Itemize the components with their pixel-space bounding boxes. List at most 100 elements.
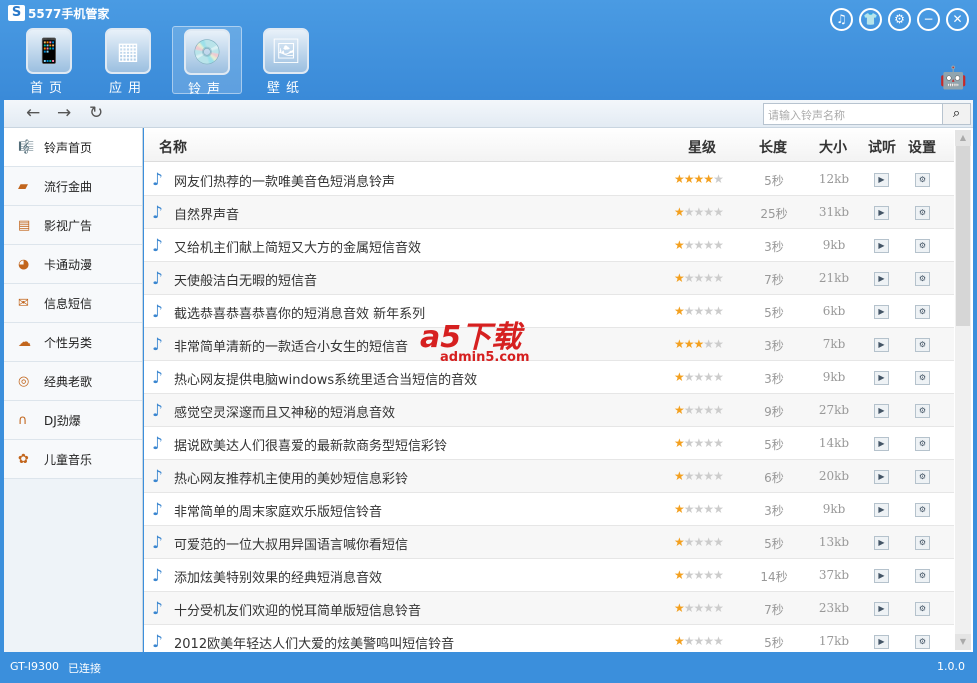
set-ringtone-button[interactable]: ⚙ xyxy=(915,206,930,220)
play-button[interactable]: ▶ xyxy=(874,404,889,418)
scroll-up-icon[interactable]: ▲ xyxy=(955,130,971,146)
set-ringtone-button[interactable]: ⚙ xyxy=(915,272,930,286)
set-ringtone-button[interactable]: ⚙ xyxy=(915,239,930,253)
play-button[interactable]: ▶ xyxy=(874,635,889,649)
sidebar-item[interactable]: 🎼 铃声首页 xyxy=(4,128,142,167)
ringtone-name[interactable]: 网友们热荐的一款唯美音色短消息铃声 xyxy=(174,171,395,190)
settings-icon[interactable]: ⚙ xyxy=(888,8,911,31)
table-row[interactable]: ♪ 热心网友提供电脑windows系统里适合当短信的音效 ★★★★★ 3秒 9kb ▶ ⚙ xyxy=(144,361,954,394)
table-row[interactable]: ♪ 又给机主们献上简短又大方的金属短信音效 ★★★★★ 3秒 9kb ▶ ⚙ xyxy=(144,229,954,262)
back-button[interactable]: ← xyxy=(26,103,40,123)
set-ringtone-button[interactable]: ⚙ xyxy=(915,404,930,418)
table-row[interactable]: ♪ 非常简单清新的一款适合小女生的短信音 ★★★★★ 3秒 7kb ▶ ⚙ xyxy=(144,328,954,361)
sidebar-item[interactable]: ◎ 经典老歌 xyxy=(4,362,142,401)
ringtone-name[interactable]: 可爱范的一位大叔用异国语言喊你看短信 xyxy=(174,534,408,553)
search-icon[interactable]: ⌕ xyxy=(942,104,970,124)
ringtone-name[interactable]: 据说欧美达人们很喜爱的最新款商务型短信彩铃 xyxy=(174,435,447,454)
ringtone-name[interactable]: 又给机主们献上简短又大方的金属短信音效 xyxy=(174,237,421,256)
table-row[interactable]: ♪ 自然界声音 ★★★★★ 25秒 31kb ▶ ⚙ xyxy=(144,196,954,229)
table-row[interactable]: ♪ 网友们热荐的一款唯美音色短消息铃声 ★★★★★ 5秒 12kb ▶ ⚙ xyxy=(144,163,954,196)
nav-phone[interactable]: 📱 首页 xyxy=(14,26,84,96)
ringtone-length: 7秒 xyxy=(764,273,784,287)
connection-status: 已连接 xyxy=(68,662,101,675)
scroll-down-icon[interactable]: ▼ xyxy=(955,634,971,650)
sidebar-item[interactable]: ▰ 流行金曲 xyxy=(4,167,142,206)
table-row[interactable]: ♪ 感觉空灵深邃而且又神秘的短消息音效 ★★★★★ 9秒 27kb ▶ ⚙ xyxy=(144,394,954,427)
play-button[interactable]: ▶ xyxy=(874,602,889,616)
table-row[interactable]: ♪ 据说欧美达人们很喜爱的最新款商务型短信彩铃 ★★★★★ 5秒 14kb ▶ ⚙ xyxy=(144,427,954,460)
table-row[interactable]: ♪ 可爱范的一位大叔用异国语言喊你看短信 ★★★★★ 5秒 13kb ▶ ⚙ xyxy=(144,526,954,559)
scrollbar[interactable]: ▲ ▼ xyxy=(955,130,971,650)
star-icon: ★ xyxy=(683,304,695,318)
category-icon: ◕ xyxy=(18,256,30,272)
play-button[interactable]: ▶ xyxy=(874,503,889,517)
ringtone-length: 3秒 xyxy=(764,339,784,353)
ringtone-name[interactable]: 添加炫美特别效果的经典短消息音效 xyxy=(174,567,382,586)
set-ringtone-button[interactable]: ⚙ xyxy=(915,569,930,583)
minimize-icon[interactable]: − xyxy=(917,8,940,31)
set-ringtone-button[interactable]: ⚙ xyxy=(915,338,930,352)
set-ringtone-button[interactable]: ⚙ xyxy=(915,437,930,451)
sidebar-item[interactable]: ✉ 信息短信 xyxy=(4,284,142,323)
music-note-icon: ♪ xyxy=(152,335,163,355)
table-row[interactable]: ♪ 天使般洁白无暇的短信音 ★★★★★ 7秒 21kb ▶ ⚙ xyxy=(144,262,954,295)
scroll-thumb[interactable] xyxy=(956,146,970,326)
sidebar-item[interactable]: ☁ 个性另类 xyxy=(4,323,142,362)
sidebar-item[interactable]: ◕ 卡通动漫 xyxy=(4,245,142,284)
table-row[interactable]: ♪ 十分受机友们欢迎的悦耳简单版短信息铃音 ★★★★★ 7秒 23kb ▶ ⚙ xyxy=(144,592,954,625)
play-button[interactable]: ▶ xyxy=(874,239,889,253)
sidebar-item[interactable]: ✿ 儿童音乐 xyxy=(4,440,142,479)
play-button[interactable]: ▶ xyxy=(874,371,889,385)
skin-icon[interactable]: 👕 xyxy=(859,8,882,31)
table-row[interactable]: ♪ 添加炫美特别效果的经典短消息音效 ★★★★★ 14秒 37kb ▶ ⚙ xyxy=(144,559,954,592)
star-icon: ★ xyxy=(693,370,705,384)
table-row[interactable]: ♪ 截选恭喜恭喜恭喜你的短消息音效 新年系列 ★★★★★ 5秒 6kb ▶ ⚙ xyxy=(144,295,954,328)
ringtone-name[interactable]: 天使般洁白无暇的短信音 xyxy=(174,270,317,289)
play-button[interactable]: ▶ xyxy=(874,305,889,319)
nav-apps[interactable]: ▦ 应用 xyxy=(93,26,163,96)
set-ringtone-button[interactable]: ⚙ xyxy=(915,371,930,385)
play-button[interactable]: ▶ xyxy=(874,569,889,583)
col-name[interactable]: 名称 xyxy=(159,137,187,157)
col-length[interactable]: 长度 xyxy=(759,137,787,157)
ringtone-name[interactable]: 热心网友推荐机主使用的美妙短信息彩铃 xyxy=(174,468,408,487)
ringtone-name[interactable]: 2012欧美年轻达人们大爱的炫美警鸣叫短信铃音 xyxy=(174,633,454,652)
nav-wallpaper[interactable]: 🖼 壁纸 xyxy=(251,26,321,96)
ringtone-name[interactable]: 截选恭喜恭喜恭喜你的短消息音效 新年系列 xyxy=(174,303,425,322)
set-ringtone-button[interactable]: ⚙ xyxy=(915,536,930,550)
star-rating: ★★★★★ xyxy=(674,271,724,285)
ringtone-name[interactable]: 非常简单清新的一款适合小女生的短信音 xyxy=(174,336,408,355)
ringtone-name[interactable]: 感觉空灵深邃而且又神秘的短消息音效 xyxy=(174,402,395,421)
forward-button[interactable]: → xyxy=(57,103,71,123)
play-button[interactable]: ▶ xyxy=(874,437,889,451)
set-ringtone-button[interactable]: ⚙ xyxy=(915,305,930,319)
play-button[interactable]: ▶ xyxy=(874,206,889,220)
sidebar-item[interactable]: ∩ DJ劲爆 xyxy=(4,401,142,440)
play-button[interactable]: ▶ xyxy=(874,173,889,187)
nav-cd[interactable]: 💿 铃声 xyxy=(172,26,242,97)
col-rating[interactable]: 星级 xyxy=(688,137,716,157)
set-ringtone-button[interactable]: ⚙ xyxy=(915,602,930,616)
search-input[interactable]: 请输入铃声名称 ⌕ xyxy=(763,103,971,125)
ringtone-name[interactable]: 非常简单的周末家庭欢乐版短信铃音 xyxy=(174,501,382,520)
close-icon[interactable]: ✕ xyxy=(946,8,969,31)
play-button[interactable]: ▶ xyxy=(874,470,889,484)
table-row[interactable]: ♪ 非常简单的周末家庭欢乐版短信铃音 ★★★★★ 3秒 9kb ▶ ⚙ xyxy=(144,493,954,526)
set-ringtone-button[interactable]: ⚙ xyxy=(915,173,930,187)
set-ringtone-button[interactable]: ⚙ xyxy=(915,470,930,484)
play-button[interactable]: ▶ xyxy=(874,338,889,352)
music-icon[interactable]: ♫ xyxy=(830,8,853,31)
set-ringtone-button[interactable]: ⚙ xyxy=(915,635,930,649)
ringtone-name[interactable]: 热心网友提供电脑windows系统里适合当短信的音效 xyxy=(174,369,477,388)
ringtone-name[interactable]: 自然界声音 xyxy=(174,204,239,223)
play-button[interactable]: ▶ xyxy=(874,272,889,286)
star-icon: ★ xyxy=(703,469,714,483)
table-row[interactable]: ♪ 热心网友推荐机主使用的美妙短信息彩铃 ★★★★★ 6秒 20kb ▶ ⚙ xyxy=(144,460,954,493)
col-size[interactable]: 大小 xyxy=(819,137,847,157)
ringtone-name[interactable]: 十分受机友们欢迎的悦耳简单版短信息铃音 xyxy=(174,600,421,619)
set-ringtone-button[interactable]: ⚙ xyxy=(915,503,930,517)
star-icon: ★ xyxy=(713,172,724,186)
play-button[interactable]: ▶ xyxy=(874,536,889,550)
sidebar-item[interactable]: ▤ 影视广告 xyxy=(4,206,142,245)
refresh-button[interactable]: ↻ xyxy=(89,103,103,123)
